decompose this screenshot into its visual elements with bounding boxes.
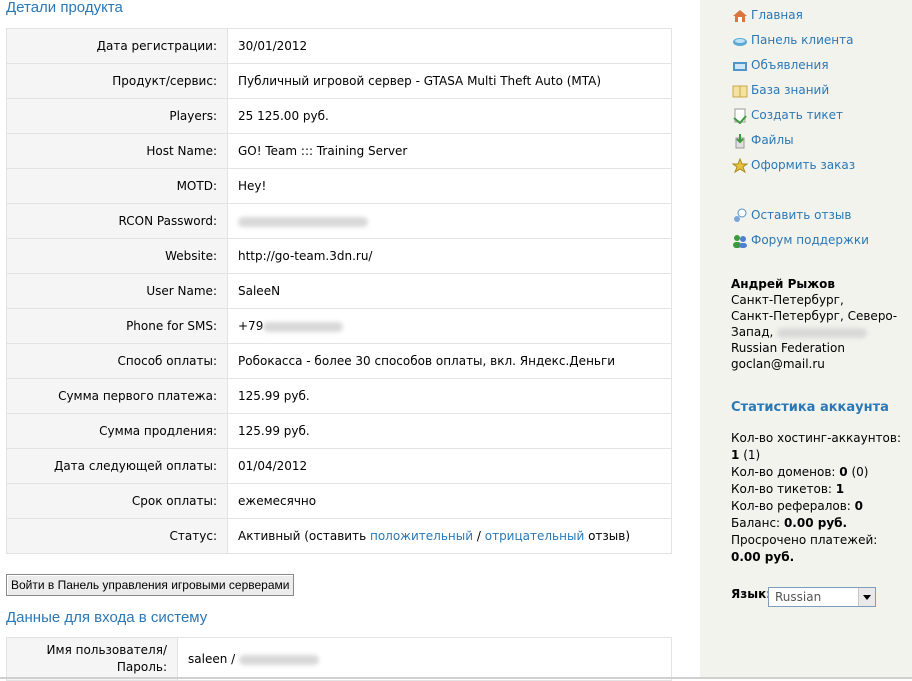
home-icon <box>733 10 747 22</box>
login-data-table: Имя пользователя/ Пароль: saleen / <box>6 637 672 681</box>
nav-item-home[interactable]: Главная <box>732 8 902 24</box>
status-value: Активный (оставить положительный / отриц… <box>227 518 672 554</box>
detail-label: Дата регистрации: <box>6 28 228 64</box>
stat-hosting: Кол-во хостинг-аккаунтов: 1 (1) <box>731 431 901 462</box>
language-label: Язык: <box>731 587 772 601</box>
nav-item-order[interactable]: Оформить заказ <box>732 158 902 174</box>
detail-value: GO! Team ::: Training Server <box>227 133 672 169</box>
detail-value: http://go-team.3dn.ru/ <box>227 238 672 274</box>
table-row: Способ оплаты: Робокасса - более 30 спосо… <box>6 343 672 379</box>
table-row: Phone for SMS: +79 <box>6 308 672 344</box>
detail-value: 125.99 руб. <box>227 413 672 449</box>
stat-domains: Кол-во доменов: 0 (0) <box>731 465 869 479</box>
nav-item-client-panel[interactable]: Панель клиента <box>732 33 902 49</box>
game-panel-login-button[interactable]: Войти в Панель управления игровыми серве… <box>6 574 295 596</box>
detail-value: 30/01/2012 <box>227 28 672 64</box>
detail-label: Дата следующей оплаты: <box>6 448 228 484</box>
files-icon <box>735 134 745 149</box>
product-details-title: Детали продукта <box>6 0 123 16</box>
client-name: Андрей Рыжов <box>731 277 836 291</box>
table-row: Host Name: GO! Team ::: Training Server <box>6 133 672 169</box>
detail-value: 125.99 руб. <box>227 378 672 414</box>
detail-label: Продукт/сервис: <box>6 63 228 99</box>
order-icon <box>732 158 748 174</box>
nav-item-forum[interactable]: Форум поддержки <box>732 233 902 249</box>
account-stats-title: Статистика аккаунта <box>731 400 889 415</box>
client-panel-icon <box>733 38 747 46</box>
detail-label: Players: <box>6 98 228 134</box>
table-row: Players: 25 125.00 руб. <box>6 98 672 134</box>
detail-value: 01/04/2012 <box>227 448 672 484</box>
detail-label: Host Name: <box>6 133 228 169</box>
nav-item-announcements[interactable]: Объявления <box>732 58 902 74</box>
language-select[interactable]: Russian <box>768 587 876 607</box>
table-row: Сумма продления: 125.99 руб. <box>6 413 672 449</box>
nav-item-files[interactable]: Файлы <box>732 133 902 149</box>
detail-value: 25 125.00 руб. <box>227 98 672 134</box>
detail-label: Способ оплаты: <box>6 343 228 379</box>
detail-value: ежемесячно <box>227 483 672 519</box>
stat-balance: Баланс: 0.00 руб. <box>731 516 848 530</box>
nav-item-feedback[interactable]: Оставить отзыв <box>732 208 902 224</box>
detail-value <box>227 203 672 239</box>
main-content: Детали продукта Дата регистрации: 30/01/2… <box>0 0 700 681</box>
client-address: Андрей Рыжов Санкт-Петербург, Санкт-Пете… <box>731 276 901 372</box>
client-email: goclan@mail.ru <box>731 357 825 371</box>
redacted-value <box>263 321 344 332</box>
detail-label: Срок оплаты: <box>6 483 228 519</box>
table-row: Дата регистрации: 30/01/2012 <box>6 28 672 64</box>
detail-value: Робокасса - более 30 способов оплаты, вк… <box>227 343 672 379</box>
status-label: Статус: <box>6 518 228 554</box>
detail-value: Публичный игровой сервер - GTASA Multi T… <box>227 63 672 99</box>
login-data-title: Данные для входа в систему <box>6 609 208 626</box>
product-details-table: Дата регистрации: 30/01/2012 Продукт/серви… <box>6 28 672 554</box>
address-line: Санкт-Петербург, <box>731 293 844 307</box>
detail-label: Сумма первого платежа: <box>6 378 228 414</box>
table-row: Продукт/сервис: Публичный игровой сервер … <box>6 63 672 99</box>
table-row: Статус: Активный (оставить положительный … <box>6 518 672 554</box>
redacted-postcode <box>777 327 868 338</box>
table-row: Имя пользователя/ Пароль: saleen / <box>6 637 672 681</box>
address-country: Russian Federation <box>731 341 845 355</box>
table-row: Website: http://go-team.3dn.ru/ <box>6 238 672 274</box>
nav-item-knowledgebase[interactable]: База знаний <box>732 83 902 99</box>
detail-value: SaleeN <box>227 273 672 309</box>
detail-label: RCON Password: <box>6 203 228 239</box>
chevron-down-icon[interactable] <box>858 588 875 606</box>
positive-feedback-link[interactable]: положительный <box>370 529 473 543</box>
detail-label: MOTD: <box>6 168 228 204</box>
stat-tickets: Кол-во тикетов: 1 <box>731 482 845 496</box>
ticket-icon <box>733 108 747 124</box>
stat-overdue: Просрочено платежей: 0.00 руб. <box>731 533 878 564</box>
feedback-icon <box>734 208 747 222</box>
stat-referrals: Кол-во рефералов: 0 <box>731 499 864 513</box>
account-stats: Кол-во хостинг-аккаунтов: 1 (1) Кол-во д… <box>731 430 901 566</box>
detail-value: Hey! <box>227 168 672 204</box>
forum-icon <box>733 235 747 248</box>
table-row: MOTD: Hey! <box>6 168 672 204</box>
username-password-label: Имя пользователя/ Пароль: <box>6 637 178 681</box>
announcements-icon <box>733 62 747 71</box>
table-row: Сумма первого платежа: 125.99 руб. <box>6 378 672 414</box>
table-row: RCON Password: <box>6 203 672 239</box>
detail-value: +79 <box>227 308 672 344</box>
nav-item-create-ticket[interactable]: Создать тикет <box>732 108 902 124</box>
detail-label: Phone for SMS: <box>6 308 228 344</box>
negative-feedback-link[interactable]: отрицательный <box>485 529 585 543</box>
redacted-value <box>238 216 368 227</box>
detail-label: Website: <box>6 238 228 274</box>
knowledgebase-icon <box>732 85 748 98</box>
address-line: Запад, <box>731 324 901 340</box>
table-row: Срок оплаты: ежемесячно <box>6 483 672 519</box>
table-row: User Name: SaleeN <box>6 273 672 309</box>
language-selected-value: Russian <box>775 590 822 604</box>
redacted-password <box>239 654 319 665</box>
detail-label: User Name: <box>6 273 228 309</box>
detail-label: Сумма продления: <box>6 413 228 449</box>
address-line: Санкт-Петербург, Северо- <box>731 309 898 323</box>
username-password-value: saleen / <box>178 638 672 681</box>
table-row: Дата следующей оплаты: 01/04/2012 <box>6 448 672 484</box>
